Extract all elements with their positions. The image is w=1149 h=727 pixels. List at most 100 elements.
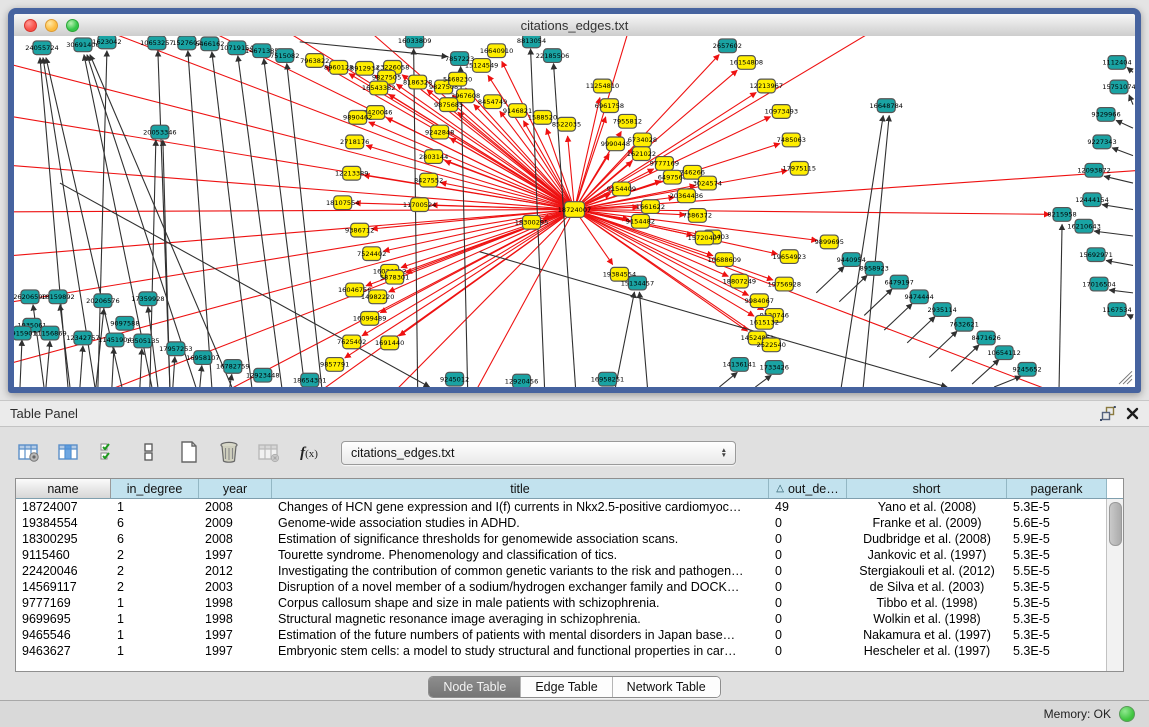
- graph-node-label: 3024574: [693, 179, 722, 187]
- graph-node-label: 16782759: [216, 363, 249, 371]
- table-cell: 9115460: [16, 547, 111, 563]
- canvas-resize-grip[interactable]: [1119, 371, 1132, 384]
- graph-node-label: 16033809: [398, 37, 431, 45]
- graph-edge: [554, 63, 576, 387]
- function-builder-button[interactable]: f(x): [295, 440, 323, 466]
- close-panel-icon[interactable]: [1126, 407, 1139, 420]
- table-row[interactable]: 1456911722003Disruption of a novel membe…: [16, 579, 1107, 595]
- table-cell: 49: [769, 499, 847, 515]
- table-cell: 0: [769, 547, 847, 563]
- graph-node-label: 20206576: [86, 297, 119, 305]
- graph-node-label: 8522035: [552, 121, 581, 129]
- dropdown-arrows-icon: ▲▼: [721, 448, 735, 458]
- graph-edge: [994, 376, 1021, 387]
- import-table-disabled-button[interactable]: [255, 440, 283, 466]
- table-panel-title: Table Panel: [10, 406, 78, 421]
- delete-table-button[interactable]: [215, 440, 243, 466]
- graph-node-label: 11156869: [33, 329, 66, 337]
- table-cell: Nakamura et al. (1997): [847, 627, 1007, 643]
- float-panel-icon[interactable]: [1100, 406, 1116, 421]
- table-cell: 0: [769, 643, 847, 659]
- tab-network-table[interactable]: Network Table: [613, 677, 720, 697]
- graph-node-label: 17359928: [131, 295, 164, 303]
- table-scrollbar-thumb[interactable]: [1109, 502, 1122, 546]
- table-row[interactable]: 946554611997Estimation of the future num…: [16, 627, 1107, 643]
- table-cell: Changes of HCN gene expression and I(f) …: [272, 499, 769, 515]
- graph-node-label: 9154409: [607, 185, 636, 193]
- column-header-in_degree[interactable]: in_degree: [111, 479, 199, 498]
- table-cell: 5.3E-5: [1007, 547, 1107, 563]
- table-cell: Estimation of the future numbers of pati…: [272, 627, 769, 643]
- table-row[interactable]: 1872400712008Changes of HCN gene express…: [16, 499, 1107, 515]
- graph-node-label: 6479197: [885, 278, 914, 286]
- table-row[interactable]: 969969511998Structural magnetic resonanc…: [16, 611, 1107, 627]
- graph-edge: [1112, 148, 1133, 156]
- table-row[interactable]: 911546021997Tourette syndrome. Phenomeno…: [16, 547, 1107, 563]
- graph-node-label: 12923448: [246, 372, 279, 380]
- graph-node-label: 18159892: [41, 293, 74, 301]
- graph-edge: [20, 340, 22, 387]
- table-selector-dropdown[interactable]: citations_edges.txt▲▼: [341, 441, 736, 465]
- tab-edge-table[interactable]: Edge Table: [521, 677, 612, 697]
- table-settings-button[interactable]: [15, 440, 43, 466]
- table-toolbar: f(x) citations_edges.txt▲▼: [15, 440, 736, 466]
- table-cell: 9463627: [16, 643, 111, 659]
- table-cell: Corpus callosum shape and size in male p…: [272, 595, 769, 611]
- table-cell: 1997: [199, 643, 272, 659]
- sort-ascending-icon: △: [776, 483, 784, 494]
- table-row[interactable]: 946362711997Embryonic stem cells: a mode…: [16, 643, 1107, 659]
- column-header-short[interactable]: short: [847, 479, 1007, 498]
- table-cell: 1997: [199, 627, 272, 643]
- graph-node-label: 1661622: [636, 203, 665, 211]
- table-cell: 0: [769, 515, 847, 531]
- column-header-name[interactable]: name: [16, 479, 111, 498]
- graph-edge: [864, 289, 892, 315]
- graph-node-label: 9777169: [650, 160, 679, 168]
- show-columns-button[interactable]: [55, 440, 83, 466]
- network-canvas: 7963822896012889129342322605898275051654…: [14, 36, 1135, 387]
- column-header-title[interactable]: title: [272, 479, 769, 498]
- show-columns-icon: [57, 441, 81, 466]
- table-cell: 0: [769, 579, 847, 595]
- column-header-year[interactable]: year: [199, 479, 272, 498]
- table-row[interactable]: 2242004622012Investigating the contribut…: [16, 563, 1107, 579]
- table-cell: 1: [111, 627, 199, 643]
- graph-node-label: 6961758: [595, 102, 624, 110]
- graph-node-label: 20364436: [670, 192, 703, 200]
- graph-node-label: 18654301: [293, 376, 326, 384]
- column-header-out_de[interactable]: △out_de…: [769, 479, 847, 498]
- table-row[interactable]: 1830029562008Estimation of significance …: [16, 531, 1107, 547]
- graph-node-label: 6734028: [628, 136, 657, 144]
- delete-table-icon: [218, 440, 240, 467]
- graph-edge: [951, 345, 979, 371]
- table-scrollbar[interactable]: [1106, 499, 1123, 671]
- table-cell: 5.3E-5: [1007, 499, 1107, 515]
- table-cell: 5.5E-5: [1007, 563, 1107, 579]
- graph-node-label: 9097588: [110, 320, 139, 328]
- memory-status-icon[interactable]: [1119, 706, 1135, 722]
- table-body[interactable]: 1872400712008Changes of HCN gene express…: [16, 499, 1107, 671]
- graph-node-label: 5878301: [380, 274, 409, 282]
- graph-node-label: 5468230: [443, 75, 472, 83]
- window-titlebar[interactable]: citations_edges.txt: [14, 14, 1135, 37]
- row-height-button[interactable]: [135, 440, 163, 466]
- table-cell: 2: [111, 579, 199, 595]
- table-cell: 2012: [199, 563, 272, 579]
- table-row[interactable]: 1938455462009Genome-wide association stu…: [16, 515, 1107, 531]
- table-row[interactable]: 977716911998Corpus callosum shape and si…: [16, 595, 1107, 611]
- new-table-button[interactable]: [175, 440, 203, 466]
- graph-node-label: 10973493: [765, 108, 798, 116]
- tab-node-table[interactable]: Node Table: [429, 677, 521, 697]
- column-header-pagerank[interactable]: pagerank: [1007, 479, 1107, 498]
- select-columns-button[interactable]: [95, 440, 123, 466]
- table-cell: 9465546: [16, 627, 111, 643]
- graph-node-label: 20053346: [143, 128, 176, 136]
- graph-node-label: 9245012: [440, 375, 469, 383]
- graph-node-label: 15124549: [465, 62, 498, 70]
- table-selector-value: citations_edges.txt: [342, 446, 721, 460]
- network-view[interactable]: 7963822896012889129342322605898275051654…: [14, 36, 1135, 387]
- graph-edge: [639, 292, 647, 387]
- table-cell: 5.3E-5: [1007, 643, 1107, 659]
- table-cell: Yano et al. (2008): [847, 499, 1007, 515]
- table-header-row[interactable]: namein_degreeyeartitle△out_de…shortpager…: [16, 479, 1123, 499]
